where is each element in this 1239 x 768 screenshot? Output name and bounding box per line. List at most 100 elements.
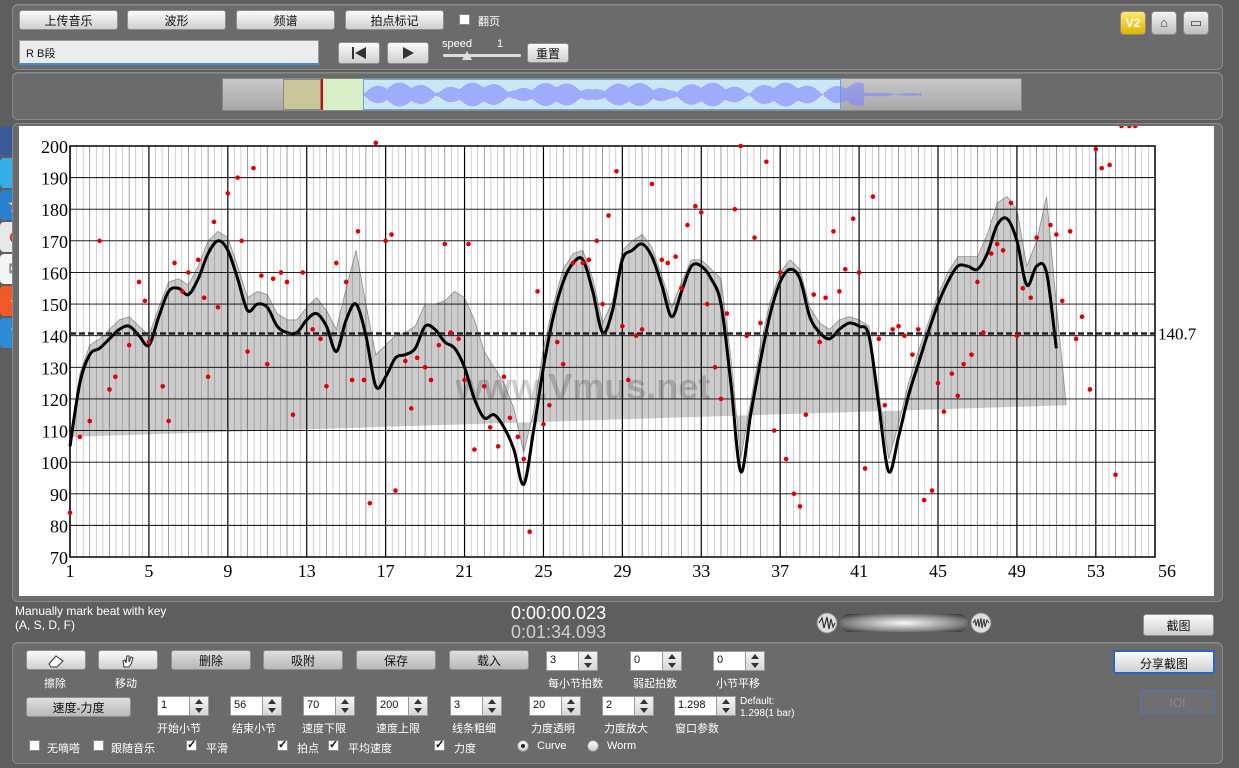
beat-point[interactable] xyxy=(235,175,240,180)
beat-point[interactable] xyxy=(501,374,507,380)
beat-point[interactable] xyxy=(186,270,191,275)
beat-point[interactable] xyxy=(310,327,315,332)
beat-point[interactable] xyxy=(620,323,625,329)
beat-point[interactable] xyxy=(428,377,434,383)
beat-point[interactable] xyxy=(318,336,323,342)
skip-to-start-button[interactable] xyxy=(338,42,380,64)
beat-point[interactable] xyxy=(771,428,777,433)
beat-point[interactable] xyxy=(969,352,974,357)
beats-per-bar-stepper[interactable]: 3 xyxy=(546,651,598,671)
beat-point[interactable] xyxy=(1093,146,1099,152)
window-icon[interactable]: ▭ xyxy=(1183,11,1209,35)
beat-point[interactable] xyxy=(408,406,414,411)
beat-point[interactable] xyxy=(1073,336,1079,342)
beat-point[interactable] xyxy=(876,336,882,342)
beat-point[interactable] xyxy=(614,168,619,174)
beat-point[interactable] xyxy=(862,466,868,471)
beat-point[interactable] xyxy=(803,412,809,418)
stepper-arrows-icon[interactable] xyxy=(745,652,764,670)
curve-radio[interactable] xyxy=(517,740,529,752)
beat-point[interactable] xyxy=(1107,162,1112,168)
beat-point[interactable] xyxy=(403,358,408,364)
beat-point[interactable] xyxy=(211,219,217,225)
beat-point[interactable] xyxy=(383,238,388,244)
beat-point[interactable] xyxy=(1028,295,1034,301)
beat-point[interactable] xyxy=(284,279,290,285)
beat-point[interactable] xyxy=(462,377,467,383)
load-button[interactable]: 载入 xyxy=(449,650,529,670)
window-param-stepper[interactable]: 1.298 xyxy=(674,696,736,716)
beat-point[interactable] xyxy=(797,504,803,509)
beat-point[interactable] xyxy=(1067,229,1073,234)
beat-point[interactable] xyxy=(712,365,718,370)
beat-point[interactable] xyxy=(1059,298,1065,304)
beat-point[interactable] xyxy=(278,270,284,275)
beat-point[interactable] xyxy=(1127,126,1132,129)
speed-slider-thumb[interactable] xyxy=(462,51,472,60)
beat-point[interactable] xyxy=(560,361,566,367)
beat-point[interactable] xyxy=(442,241,448,247)
beat-point[interactable] xyxy=(837,289,842,294)
beat-point[interactable] xyxy=(744,333,749,338)
beat-point[interactable] xyxy=(639,327,645,332)
beat-point[interactable] xyxy=(1099,165,1105,171)
beat-point[interactable] xyxy=(334,260,339,266)
tempo-chart[interactable]: www.Vmus.net140.720019018017016015014013… xyxy=(19,126,1214,596)
beat-point[interactable] xyxy=(606,213,611,218)
beat-point[interactable] xyxy=(698,210,704,215)
stepper-arrows-icon[interactable] xyxy=(408,697,427,715)
segment-name-input[interactable]: R B段 xyxy=(19,40,319,65)
beat-point[interactable] xyxy=(1087,387,1093,392)
beat-point[interactable] xyxy=(389,232,394,237)
tempo-max-stepper[interactable]: 200 xyxy=(376,696,428,716)
speed-slider[interactable] xyxy=(443,54,521,57)
beat-point[interactable] xyxy=(949,371,955,376)
beat-points-checkbox[interactable]: ✓ xyxy=(277,740,288,751)
beat-point[interactable] xyxy=(349,377,355,383)
flip-page-checkbox[interactable] xyxy=(459,14,470,25)
beat-point[interactable] xyxy=(685,222,690,228)
beat-point[interactable] xyxy=(850,216,856,222)
beat-point[interactable] xyxy=(1079,314,1085,320)
beat-point[interactable] xyxy=(1014,333,1020,338)
beat-point[interactable] xyxy=(890,327,895,332)
beat-point[interactable] xyxy=(180,289,185,294)
beat-point[interactable] xyxy=(448,330,454,335)
beat-point[interactable] xyxy=(693,203,698,209)
beat-point[interactable] xyxy=(764,159,769,165)
beat-point[interactable] xyxy=(994,241,1000,247)
pickup-beats-stepper[interactable]: 0 xyxy=(630,651,682,671)
beat-point[interactable] xyxy=(515,434,521,440)
beat-point[interactable] xyxy=(758,320,763,326)
dynamic-scale-stepper[interactable]: 2 xyxy=(602,696,654,716)
beat-point[interactable] xyxy=(481,383,487,389)
waveform-track[interactable] xyxy=(222,78,1022,111)
ioi-button[interactable]: IOI xyxy=(1140,690,1215,714)
beat-point[interactable] xyxy=(679,285,684,291)
beat-point[interactable] xyxy=(97,238,102,244)
beat-point[interactable] xyxy=(436,342,442,348)
waveform-window-mid[interactable] xyxy=(323,79,363,110)
beat-point[interactable] xyxy=(1054,232,1059,237)
beat-point[interactable] xyxy=(264,361,270,367)
beat-point[interactable] xyxy=(324,383,329,389)
beat-point[interactable] xyxy=(915,327,921,332)
beat-point[interactable] xyxy=(414,355,420,361)
beat-point[interactable] xyxy=(902,333,907,338)
start-bar-stepper[interactable]: 1 xyxy=(157,696,209,716)
beat-point[interactable] xyxy=(1020,285,1026,291)
eraser-button[interactable] xyxy=(26,650,86,670)
beat-point[interactable] xyxy=(633,333,639,338)
beat-point[interactable] xyxy=(929,488,935,493)
beat-point[interactable] xyxy=(718,396,724,402)
beat-point[interactable] xyxy=(941,409,947,414)
stepper-arrows-icon[interactable] xyxy=(189,697,208,715)
beat-point[interactable] xyxy=(1132,126,1138,129)
waveform-window-left[interactable] xyxy=(283,79,321,110)
waveform-zoom-in-icon[interactable] xyxy=(970,612,992,634)
share-screenshot-button[interactable]: 分享截图 xyxy=(1113,650,1215,674)
beat-point[interactable] xyxy=(842,267,848,272)
beat-point[interactable] xyxy=(367,500,373,506)
beat-point[interactable] xyxy=(649,181,655,187)
beat-point[interactable] xyxy=(1048,222,1053,228)
